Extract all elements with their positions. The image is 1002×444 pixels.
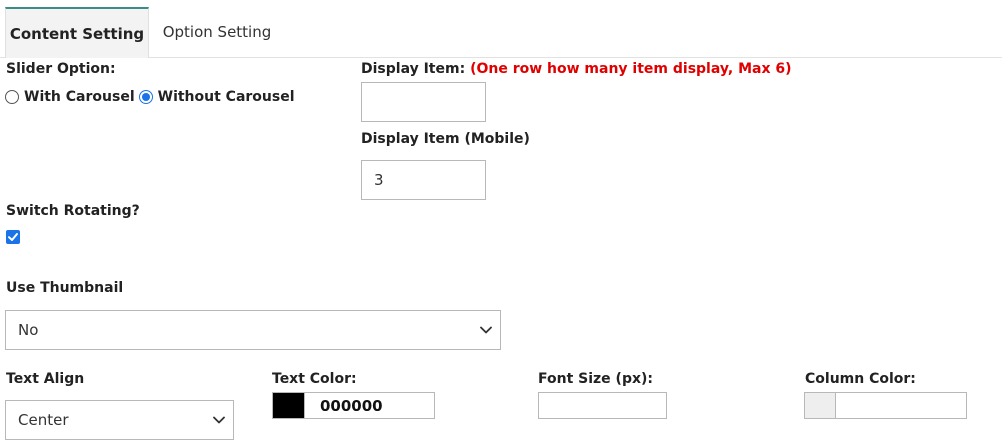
check-icon	[8, 233, 18, 241]
use-thumbnail-value: No	[18, 321, 39, 339]
font-size-label: Font Size (px):	[538, 371, 653, 387]
tab-bar: Content Setting Option Setting	[0, 0, 1002, 58]
use-thumbnail-select[interactable]: No	[5, 310, 501, 350]
text-align-label: Text Align	[6, 371, 85, 387]
with-carousel-label: With Carousel	[24, 89, 135, 105]
display-item-note: (One row how many item display, Max 6)	[470, 61, 792, 77]
text-color-label: Text Color:	[272, 371, 357, 387]
without-carousel-radio[interactable]	[138, 90, 153, 104]
display-item-input[interactable]	[361, 82, 486, 122]
use-thumbnail-label: Use Thumbnail	[6, 280, 124, 296]
slider-option-label: Slider Option:	[6, 61, 116, 77]
display-item-mobile-label: Display Item (Mobile)	[361, 131, 530, 147]
column-color-input[interactable]	[835, 392, 967, 419]
display-item-label-text: Display Item:	[361, 61, 466, 77]
column-color-swatch[interactable]	[804, 392, 836, 419]
slider-option-group: With Carousel Without Carousel	[5, 87, 299, 107]
display-item-label: Display Item: (One row how many item dis…	[361, 61, 792, 77]
display-item-mobile-input[interactable]	[361, 160, 486, 200]
tab-option-setting[interactable]: Option Setting	[150, 7, 284, 57]
text-align-select[interactable]: Center	[5, 400, 234, 440]
font-size-input[interactable]	[538, 392, 667, 419]
with-carousel-radio[interactable]	[5, 90, 19, 104]
switch-rotating-checkbox[interactable]	[6, 230, 20, 244]
switch-rotating-label: Switch Rotating?	[6, 203, 140, 219]
tab-content-setting[interactable]: Content Setting	[5, 7, 149, 58]
text-color-swatch[interactable]	[272, 392, 305, 419]
text-color-input[interactable]	[304, 392, 435, 419]
without-carousel-label: Without Carousel	[157, 89, 295, 105]
text-align-value: Center	[18, 411, 69, 429]
chevron-down-icon	[213, 416, 225, 424]
column-color-label: Column Color:	[805, 371, 916, 387]
chevron-down-icon	[480, 326, 492, 334]
